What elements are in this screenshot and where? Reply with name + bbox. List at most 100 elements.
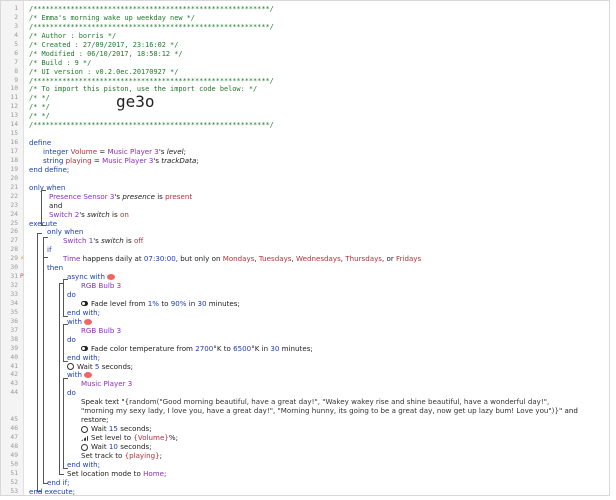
line-number: 39 [10,344,18,352]
condition-value: off [133,236,144,246]
import-code[interactable]: ge3o [116,94,155,110]
device-music-player[interactable]: Music Player 3 [81,379,132,389]
with-bracket [63,324,68,362]
line-number: 41 [10,362,18,370]
line-number: 12 [10,103,18,111]
task-value: 15 [108,424,118,434]
presence-condition[interactable]: Presence Sensor 3's presence is present [49,191,193,202]
code-line: 53 end execute; [1,487,609,497]
line-number: 35 [10,308,18,316]
task-text: seconds; [117,442,152,452]
code-line: 32 RGB Bulb 3 [1,281,609,291]
possessive: 's [93,236,102,246]
task-value: 30 [197,298,207,308]
line-number: 26 [10,228,18,236]
switch2-condition[interactable]: Switch 2's switch is on [49,209,129,220]
task-value: 10 [108,442,118,452]
expression-value: {Volume} [133,433,169,443]
code-line: 24 Switch 2's switch is on [1,209,609,220]
line-number: 19 [10,165,18,173]
task-value: 6500 [233,343,252,353]
device-name: Music Player 3 [102,155,154,165]
task-text: Set level to [91,433,134,443]
line-number: 25 [10,219,18,227]
piston-title-comment: /* Emma's morning wake up weekday new */ [29,13,195,22]
line-number: 37 [10,326,18,334]
fade-level-task[interactable]: Fade level from 1% to 90% in 30 minutes; [81,298,240,309]
task-text: to [159,298,171,308]
code-line: 10/* To import this piston, use the impo… [1,85,609,94]
restriction-text: , but only on [175,254,223,264]
line-number: 16 [10,139,18,147]
speak-text-task[interactable]: Speak text "{random("Good morning beauti… [81,397,581,425]
time-trigger-condition[interactable]: Time happens daily at 07:30:00, but only… [63,254,421,264]
device-name: Presence Sensor 3 [49,191,115,201]
comment-line: /***************************************… [29,22,274,31]
code-line: 25 execute [1,219,609,229]
task-value: 1% [147,298,160,308]
line-number: 22 [10,192,18,200]
possessive: 's [158,147,167,156]
line-number: 7 [14,58,18,66]
code-line: 52 end if; [1,478,609,488]
code-line: 7 /* Build : 9 */ [1,59,609,68]
line-number: 50 [10,461,18,468]
assign-operator: = [91,155,103,165]
day-value: Thursdays [345,254,382,264]
line-number: 49 [10,452,18,460]
comment-line: /***************************************… [29,76,274,85]
code-line: 22 Presence Sensor 3's presence is presen… [1,191,609,202]
task-text: in [186,298,198,308]
line-number: 11 [10,94,18,102]
line-number: 46 [10,425,18,433]
task-badge-icon [106,274,115,281]
line-number: 17 [10,148,18,155]
code-line: 43 Music Player 3 [1,379,609,389]
then-keyword[interactable]: then [47,263,63,273]
toggle-icon [81,301,88,307]
set-location-mode-task[interactable]: Set location mode to Home; [67,468,166,479]
clock-icon [81,443,88,451]
line-number: 52 [10,478,18,486]
semicolon: ; [183,147,186,156]
code-line: 9 /**************************************… [1,77,609,86]
line-number: 53 [10,487,18,495]
line-number: 10 [10,85,18,93]
possessive: 's [79,209,88,219]
time-value: 07:30:00 [143,254,176,264]
line-number: 14 [10,121,18,129]
line-number: 28 [10,246,18,254]
line-number: 20 [10,174,18,182]
task-text: Set location mode to [67,468,144,478]
day-value: Mondays [222,254,255,264]
device-rgb-bulb[interactable]: RGB Bulb 3 [81,281,121,291]
device-rgb-bulb[interactable]: RGB Bulb 3 [81,326,121,336]
task-text: Speak text " [81,397,125,407]
expression-value: {playing} [124,451,160,461]
code-lines: 1 /**************************************… [1,5,609,497]
code-line: 5 /* Created : 27/09/2017, 23:16:02 */ [1,41,609,50]
if-bracket [43,257,48,484]
task-text: Wait [91,424,109,434]
attribute-name: presence [122,191,155,201]
separator: , or [381,254,396,264]
condition-value: present [165,191,193,201]
code-line: 35 end with; [1,308,609,318]
line-number: 6 [14,49,18,57]
is-operator: is [123,236,134,246]
line-number: 31 [10,273,18,281]
task-text: seconds; [117,424,152,434]
line-number: 38 [10,335,18,343]
condition-value: on [119,209,129,219]
task-text: Fade level from [91,298,148,308]
ui-version-comment: /* UI version : v0.2.0ec.20170927 */ [29,67,179,76]
created-comment: /* Created : 27/09/2017, 23:16:02 */ [29,40,179,49]
author-comment: /* Author : borris */ [29,31,117,40]
task-text: Set track to [81,451,125,461]
semicolon: ; [159,451,162,461]
line-number: 36 [10,317,18,325]
line-number: 44 [10,389,18,397]
switch1-condition[interactable]: Switch 1's switch is off [63,236,144,246]
code-line: 4 /* Author : borris */ [1,32,609,41]
fade-color-task[interactable]: Fade color temperature from 2700°K to 65… [81,343,313,354]
